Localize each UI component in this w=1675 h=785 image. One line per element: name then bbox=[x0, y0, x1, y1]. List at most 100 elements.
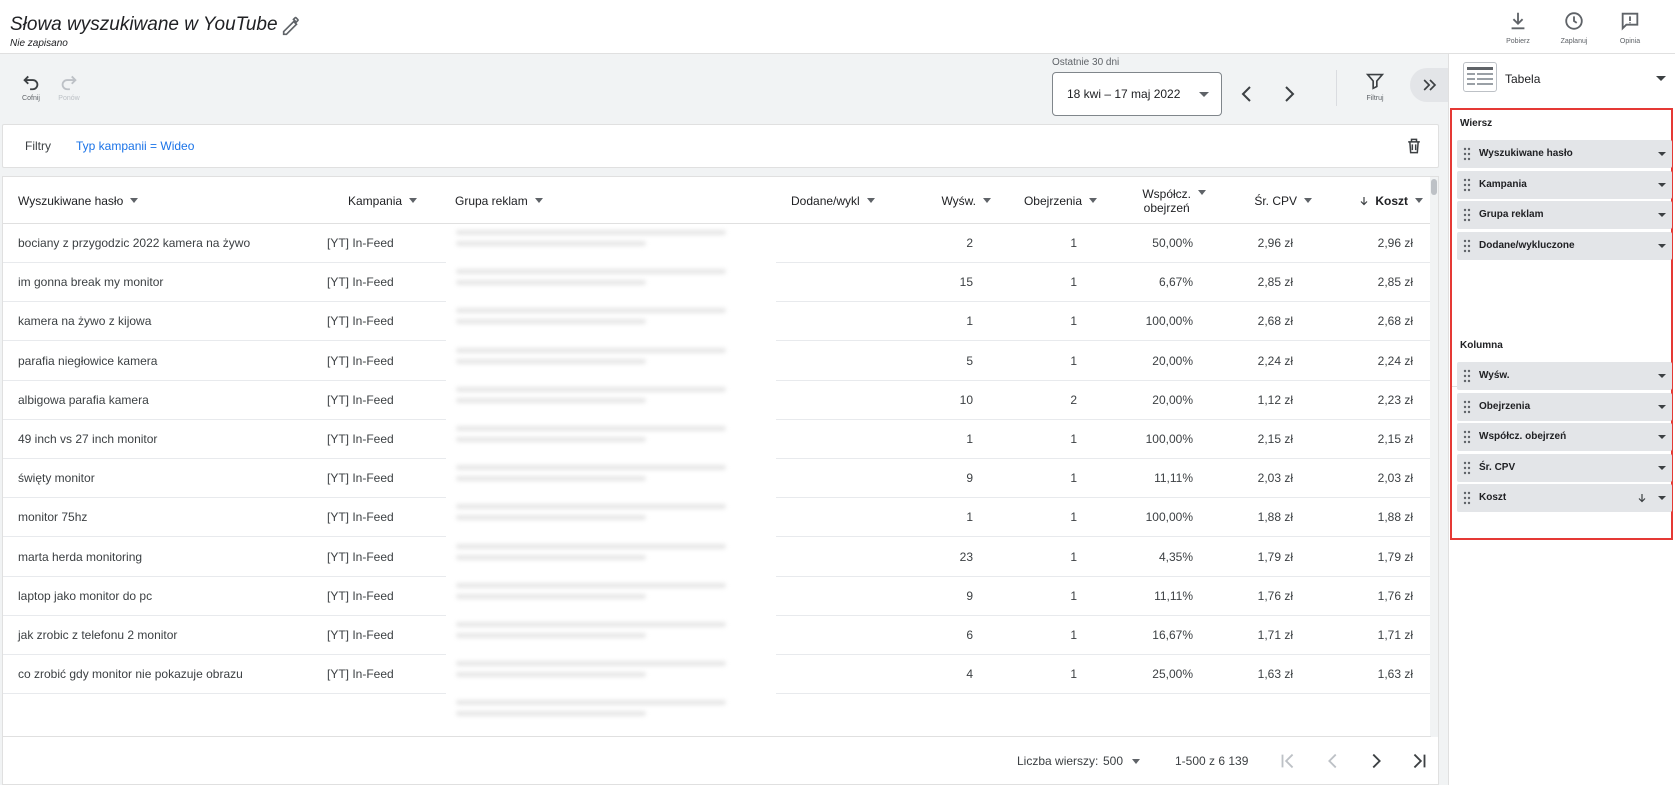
redacted-text bbox=[456, 476, 646, 482]
cell-term[interactable]: laptop jako monitor do pc bbox=[18, 577, 338, 615]
first-page-icon[interactable] bbox=[1277, 750, 1299, 772]
drag-handle-icon[interactable] bbox=[1463, 147, 1471, 161]
pill-menu-caret-icon[interactable] bbox=[1658, 435, 1666, 439]
cell-term[interactable]: święty monitor bbox=[18, 459, 338, 497]
prev-page-icon[interactable] bbox=[1322, 750, 1344, 772]
col-header-term[interactable]: Wyszukiwane hasło bbox=[18, 177, 139, 224]
redacted-text bbox=[456, 515, 646, 521]
cell-campaign: [YT] In-Feed bbox=[327, 667, 394, 682]
column-metric-pill[interactable]: Koszt bbox=[1457, 484, 1672, 512]
visualization-picker[interactable]: Tabela bbox=[1449, 54, 1675, 108]
cell-term[interactable]: monitor 75hz bbox=[18, 498, 338, 536]
redo-label: Ponów bbox=[58, 95, 80, 102]
col-header-impr[interactable]: Wyśw. bbox=[903, 177, 991, 224]
pill-menu-caret-icon[interactable] bbox=[1658, 374, 1666, 378]
row-dimension-pill[interactable]: Kampania bbox=[1457, 170, 1672, 199]
cell-term[interactable]: kamera na żywo z kijowa bbox=[18, 302, 338, 340]
drag-handle-icon[interactable] bbox=[1463, 208, 1471, 222]
row-dimension-pill[interactable]: Wyszukiwane hasło bbox=[1457, 140, 1672, 168]
col-header-cpv[interactable]: Śr. CPV bbox=[1223, 177, 1312, 224]
pill-label: Śr. CPV bbox=[1479, 461, 1516, 473]
edit-pencil-icon[interactable] bbox=[280, 16, 302, 38]
filters-label: Filtry bbox=[25, 139, 51, 153]
col-header-impr-label: Wyśw. bbox=[941, 193, 976, 208]
feedback-button[interactable]: Opinia bbox=[1613, 10, 1647, 45]
table-scrollbar[interactable] bbox=[1430, 177, 1438, 737]
prev-period-icon[interactable] bbox=[1235, 82, 1259, 106]
redacted-text bbox=[456, 269, 726, 275]
cell-cost: 1,88 zł bbox=[1377, 510, 1413, 525]
pill-menu-caret-icon[interactable] bbox=[1658, 404, 1666, 409]
col-header-views[interactable]: Obejrzenia bbox=[1003, 177, 1097, 224]
pill-menu-caret-icon[interactable] bbox=[1658, 213, 1666, 217]
redacted-text bbox=[456, 308, 726, 314]
col-header-adgroup[interactable]: Grupa reklam bbox=[455, 177, 543, 224]
cell-term[interactable]: parafia niegłowice kamera bbox=[18, 342, 338, 380]
report-toolbar: Cofnij Ponów Ostatnie 30 dni 18 kwi – 17… bbox=[0, 54, 1454, 120]
pill-menu-caret-icon[interactable] bbox=[1658, 496, 1666, 500]
column-metric-pill[interactable]: Obejrzenia bbox=[1457, 392, 1672, 421]
column-metric-pill[interactable]: Wyśw. bbox=[1457, 362, 1672, 390]
redacted-text bbox=[456, 711, 646, 717]
redo-button[interactable]: Ponów bbox=[54, 70, 84, 102]
pill-label: Dodane/wykluczone bbox=[1479, 239, 1575, 251]
pill-label: Wyśw. bbox=[1479, 370, 1510, 381]
drag-handle-icon[interactable] bbox=[1463, 430, 1471, 444]
cell-term[interactable]: bociany z przygodzic 2022 kamera na żywo bbox=[18, 224, 338, 262]
cell-term[interactable]: albigowa parafia kamera bbox=[18, 381, 338, 419]
column-metric-pill[interactable]: Współcz. obejrzeń bbox=[1457, 423, 1672, 451]
cell-term[interactable]: co zrobić gdy monitor nie pokazuje obraz… bbox=[18, 655, 338, 693]
pill-menu-caret-icon[interactable] bbox=[1658, 182, 1666, 187]
column-metric-pill[interactable]: Śr. CPV bbox=[1457, 453, 1672, 482]
schedule-button[interactable]: Zaplanuj bbox=[1557, 10, 1591, 45]
drag-handle-icon[interactable] bbox=[1463, 491, 1471, 505]
drag-handle-icon[interactable] bbox=[1463, 369, 1471, 383]
rows-per-page-select[interactable]: 500 bbox=[1103, 754, 1141, 768]
cell-term[interactable]: 49 inch vs 27 inch monitor bbox=[18, 420, 338, 458]
download-label: Pobierz bbox=[1506, 38, 1530, 45]
sort-caret-icon bbox=[866, 198, 875, 203]
cell-campaign: [YT] In-Feed bbox=[327, 510, 394, 525]
filter-chip[interactable]: Typ kampanii = Wideo bbox=[76, 139, 194, 153]
cell-term[interactable]: im gonna break my monitor bbox=[18, 263, 338, 301]
col-header-cost[interactable]: Koszt bbox=[1333, 177, 1423, 224]
download-button[interactable]: Pobierz bbox=[1501, 10, 1535, 45]
cell-cost: 2,15 zł bbox=[1377, 432, 1413, 446]
scrollbar-thumb[interactable] bbox=[1431, 179, 1437, 195]
cell-impr: 10 bbox=[959, 392, 973, 407]
pill-label: Wyszukiwane hasło bbox=[1479, 148, 1573, 159]
pagination-bar: Liczba wierszy: 500 1-500 z 6 139 bbox=[3, 736, 1431, 784]
next-period-icon[interactable] bbox=[1277, 82, 1301, 106]
filter-bar: Filtry Typ kampanii = Wideo bbox=[2, 124, 1439, 168]
cell-impr: 1 bbox=[966, 314, 973, 329]
last-page-icon[interactable] bbox=[1408, 750, 1430, 772]
col-header-added-label: Dodane/wykl bbox=[791, 193, 860, 208]
pill-menu-caret-icon[interactable] bbox=[1658, 243, 1666, 248]
cell-views: 1 bbox=[1070, 549, 1077, 564]
pill-menu-caret-icon[interactable] bbox=[1658, 152, 1666, 156]
drag-handle-icon[interactable] bbox=[1463, 461, 1471, 475]
row-dimension-pill[interactable]: Grupa reklam bbox=[1457, 201, 1672, 229]
col-header-rate[interactable]: Współcz. obejrzeń bbox=[1113, 177, 1206, 224]
date-range-picker[interactable]: 18 kwi – 17 maj 2022 bbox=[1052, 72, 1222, 116]
drag-handle-icon[interactable] bbox=[1463, 178, 1471, 192]
next-page-icon[interactable] bbox=[1365, 750, 1387, 772]
top-actions: Pobierz Zaplanuj Opinia bbox=[1501, 10, 1647, 45]
trash-icon[interactable] bbox=[1404, 136, 1424, 156]
col-header-added[interactable]: Dodane/wykl bbox=[791, 177, 875, 224]
drag-handle-icon[interactable] bbox=[1463, 400, 1471, 414]
col-header-campaign[interactable]: Kampania bbox=[348, 177, 418, 224]
visualization-label: Tabela bbox=[1505, 72, 1541, 86]
filter-button[interactable]: Filtruj bbox=[1360, 70, 1390, 102]
cell-term[interactable]: marta herda monitoring bbox=[18, 538, 338, 576]
row-dimension-pill[interactable]: Dodane/wykluczone bbox=[1457, 231, 1672, 260]
redacted-text bbox=[456, 661, 726, 667]
drag-handle-icon[interactable] bbox=[1463, 239, 1471, 253]
cell-impr: 1 bbox=[966, 510, 973, 525]
cell-term[interactable]: jak zrobic z telefonu 2 monitor bbox=[18, 616, 338, 654]
col-header-views-label: Obejrzenia bbox=[1023, 193, 1082, 208]
undo-button[interactable]: Cofnij bbox=[16, 70, 46, 102]
pill-menu-caret-icon[interactable] bbox=[1658, 465, 1666, 470]
col-header-cost-label: Koszt bbox=[1375, 193, 1408, 208]
cell-views: 1 bbox=[1070, 471, 1077, 486]
